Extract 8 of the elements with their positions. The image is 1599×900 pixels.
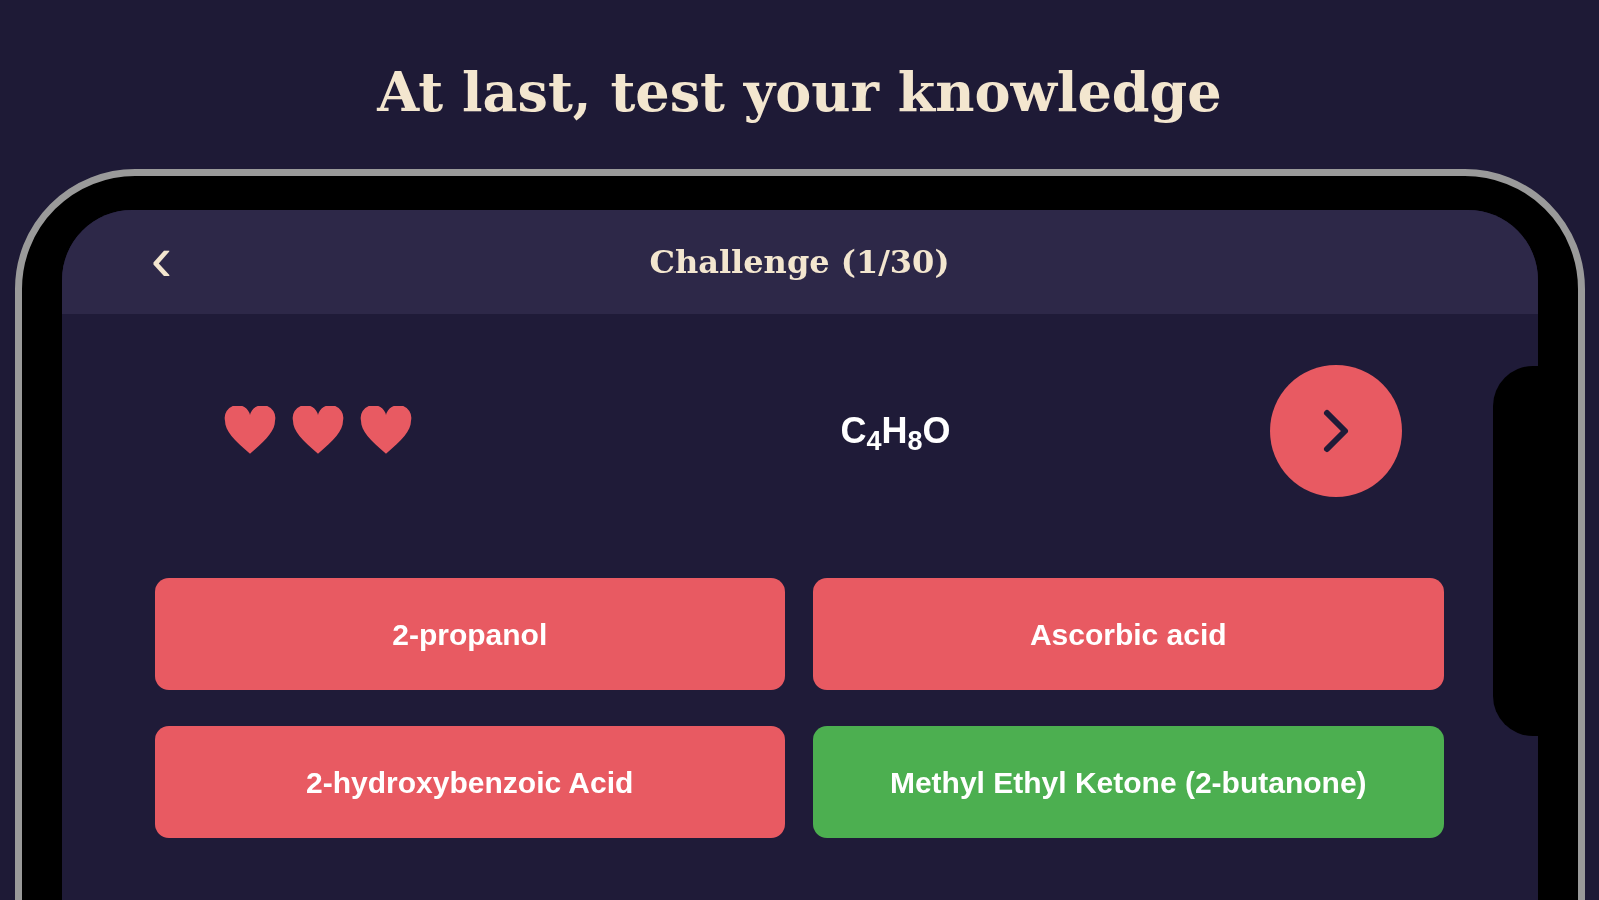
- headline: At last, test your knowledge: [377, 59, 1222, 126]
- answer-button[interactable]: Ascorbic acid: [813, 578, 1444, 690]
- answer-button[interactable]: 2-propanol: [154, 578, 785, 690]
- answer-button[interactable]: Methyl Ethyl Ketone (2-butanone): [813, 726, 1444, 838]
- formula: C$_{4}$H$_{8}$O: [839, 409, 952, 458]
- answer-button[interactable]: 2-hydroxybenzoic Acid: [154, 726, 785, 838]
- screen-title: Challenge (1/30): [648, 242, 951, 283]
- back-button[interactable]: ‹: [141, 226, 182, 290]
